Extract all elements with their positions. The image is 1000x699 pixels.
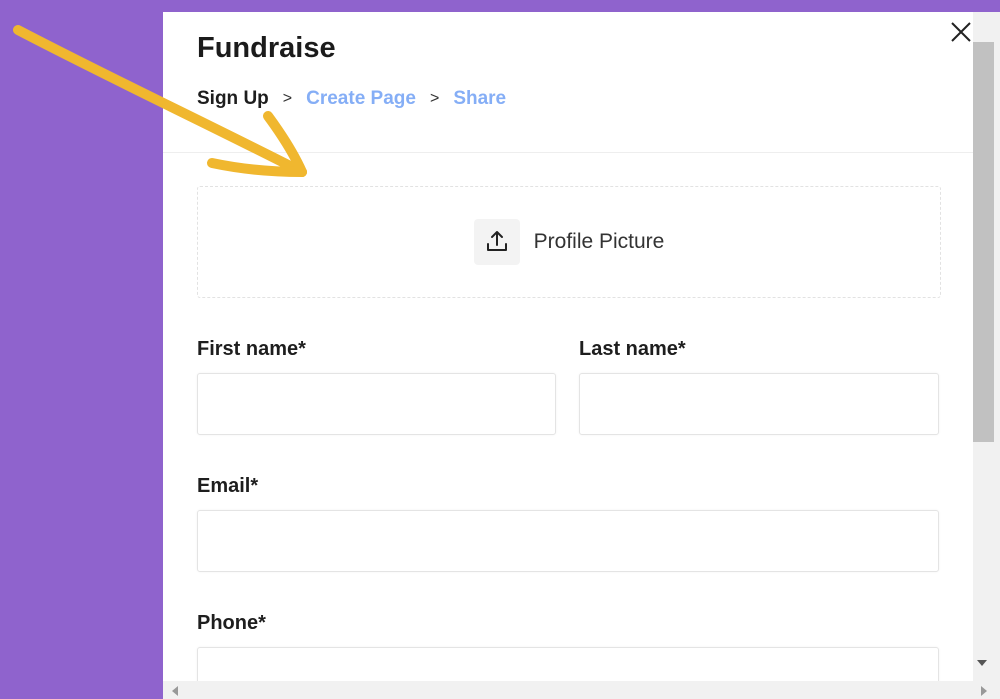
last-name-label: Last name* (579, 338, 686, 360)
breadcrumb-separator: > (282, 90, 293, 107)
scroll-right-arrow-icon[interactable] (981, 686, 987, 696)
phone-label: Phone* (197, 612, 266, 634)
last-name-input[interactable] (579, 373, 939, 435)
email-input[interactable] (197, 510, 939, 572)
scroll-left-arrow-icon[interactable] (172, 686, 178, 696)
breadcrumb: Sign Up > Create Page > Share (197, 88, 506, 110)
scrollbar-thumb[interactable] (973, 42, 994, 442)
first-name-input[interactable] (197, 373, 556, 435)
upload-icon (473, 219, 520, 265)
dialog-header: Fundraise Sign Up > Create Page > Share (163, 12, 973, 153)
breadcrumb-share[interactable]: Share (453, 88, 506, 110)
email-label: Email* (197, 475, 259, 497)
fundraise-dialog: Fundraise Sign Up > Create Page > Share … (163, 12, 1000, 699)
breadcrumb-sign-up: Sign Up (197, 88, 269, 109)
profile-picture-upload[interactable]: Profile Picture (197, 186, 941, 298)
breadcrumb-separator: > (429, 90, 440, 107)
close-icon (951, 22, 971, 42)
dialog-title: Fundraise (197, 32, 336, 64)
scroll-down-arrow-icon[interactable] (977, 660, 987, 666)
first-name-label: First name* (197, 338, 306, 360)
profile-picture-label: Profile Picture (533, 230, 665, 253)
close-button[interactable] (949, 20, 973, 44)
horizontal-scrollbar[interactable] (163, 681, 1000, 699)
breadcrumb-create-page[interactable]: Create Page (306, 88, 416, 110)
